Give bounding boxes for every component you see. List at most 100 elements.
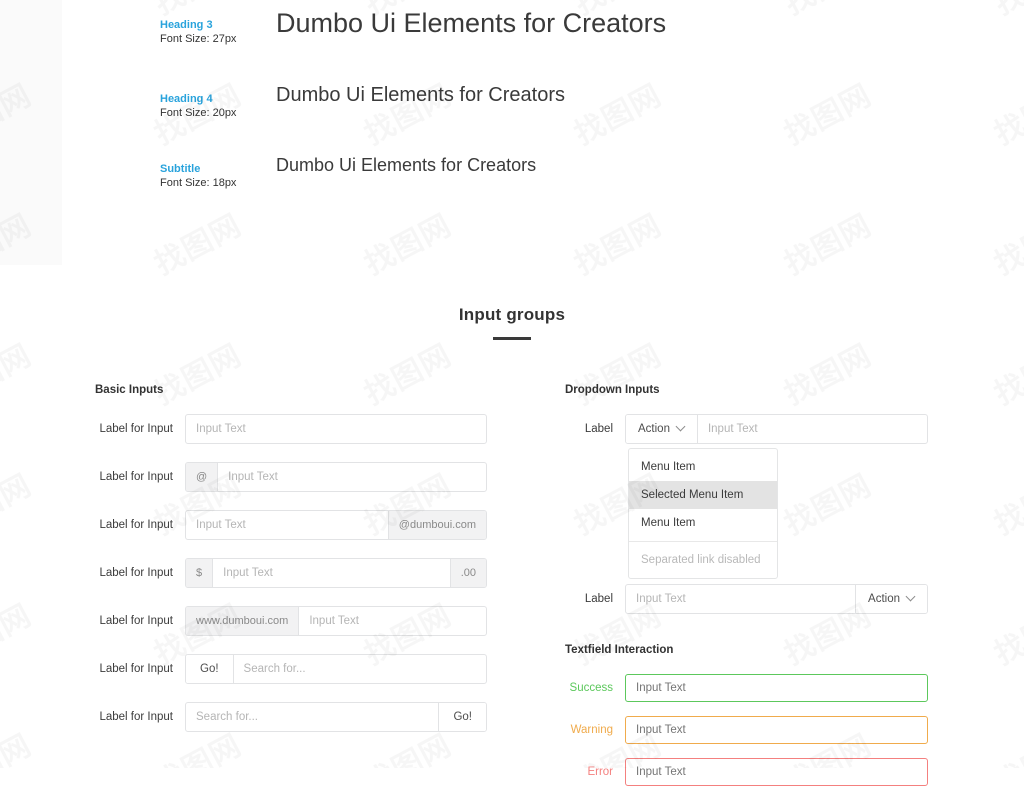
status-text-input[interactable] — [625, 716, 928, 744]
text-input[interactable] — [233, 655, 486, 683]
input-row-label: Label for Input — [99, 711, 173, 723]
input-button-right[interactable]: Go! — [438, 703, 486, 731]
dropdown-menu-item[interactable]: Menu Item — [629, 453, 777, 481]
typography-style-name: Heading 3 — [160, 19, 213, 31]
input-group[interactable]: www.dumboui.com — [185, 606, 487, 636]
dropdown-inputs-title: Dropdown Inputs — [565, 384, 660, 396]
input-row-label: Label for Input — [99, 519, 173, 531]
chevron-down-icon — [907, 593, 915, 601]
text-input[interactable] — [213, 559, 450, 587]
chevron-down-icon — [677, 423, 685, 431]
typography-sample-text: Dumbo Ui Elements for Creators — [276, 84, 565, 107]
watermark-text: 找图网 — [985, 0, 1024, 23]
input-group[interactable]: @dumboui.com — [185, 510, 487, 540]
basic-input-row: Label for Input www.dumboui.com — [95, 606, 487, 636]
dropdown-row-suffix: Label Action — [565, 584, 928, 614]
input-row-label: Label for Input — [99, 663, 173, 675]
text-input[interactable] — [299, 607, 486, 635]
left-side-panel — [0, 0, 62, 265]
input-group[interactable]: @ — [185, 462, 487, 492]
typography-meta: Subtitle Font Size: 18px — [160, 162, 270, 190]
text-input[interactable] — [218, 463, 486, 491]
input-addon-left: $ — [186, 559, 214, 587]
input-addon-left: www.dumboui.com — [186, 607, 300, 635]
dropdown-suffix-input-group[interactable]: Action — [625, 584, 928, 614]
status-field-row: Error — [565, 758, 928, 786]
watermark-text: 找图网 — [565, 71, 668, 154]
input-group[interactable] — [185, 414, 487, 444]
typography-style-name: Heading 4 — [160, 93, 213, 105]
basic-input-row: Label for Input @dumboui.com — [95, 510, 487, 540]
dropdown-menu-item[interactable]: Menu Item — [629, 509, 777, 537]
typography-font-size: Font Size: 18px — [160, 177, 237, 189]
input-addon-right: .00 — [449, 559, 486, 587]
status-label: Warning — [570, 724, 613, 736]
text-input[interactable] — [186, 511, 388, 539]
action-dropdown-right-label: Action — [868, 593, 900, 605]
input-row-label: Label for Input — [99, 423, 173, 435]
dropdown-prefix-text-input[interactable] — [697, 415, 927, 443]
basic-input-row: Label for Input $ .00 — [95, 558, 487, 588]
dropdown-row-suffix-label: Label — [584, 593, 613, 605]
watermark-text: 找图网 — [0, 721, 38, 768]
input-addon-left: @ — [186, 463, 219, 491]
basic-input-row: Label for Input — [95, 414, 487, 444]
input-row-label: Label for Input — [99, 471, 173, 483]
watermark-text: 找图网 — [985, 461, 1024, 544]
dropdown-menu-item[interactable]: Selected Menu Item — [629, 481, 777, 509]
watermark-text: 找图网 — [775, 0, 878, 23]
typography-font-size: Font Size: 27px — [160, 33, 237, 45]
input-button-left[interactable]: Go! — [186, 655, 234, 683]
dropdown-row-prefix-label: Label — [584, 423, 613, 435]
status-label: Success — [569, 682, 613, 694]
page-title: Input groups — [458, 305, 566, 324]
watermark-text: 找图网 — [985, 721, 1024, 768]
basic-input-row: Label for Input Go! — [95, 654, 487, 684]
watermark-text: 找图网 — [985, 71, 1024, 154]
input-addon-right: @dumboui.com — [387, 511, 486, 539]
basic-input-row: Label for Input Go! — [95, 702, 487, 732]
watermark-text: 找图网 — [0, 331, 38, 414]
basic-inputs-column: Basic Inputs Label for InputLabel for In… — [95, 384, 487, 750]
input-group[interactable]: $ .00 — [185, 558, 487, 588]
typography-meta: Heading 4 Font Size: 20px — [160, 92, 270, 120]
basic-input-row: Label for Input @ — [95, 462, 487, 492]
input-group[interactable]: Go! — [185, 654, 487, 684]
dropdown-suffix-text-input[interactable] — [626, 585, 856, 613]
typography-meta: Heading 3 Font Size: 27px — [160, 18, 270, 46]
action-dropdown-button-right[interactable]: Action — [855, 585, 927, 613]
status-text-input[interactable] — [625, 674, 928, 702]
watermark-text: 找图网 — [145, 201, 248, 284]
dropdown-prefix-input-group[interactable]: Action — [625, 414, 928, 444]
watermark-text: 找图网 — [355, 71, 458, 154]
status-field-row: Warning — [565, 716, 928, 744]
watermark-text: 找图网 — [355, 201, 458, 284]
watermark-text: 找图网 — [0, 461, 38, 544]
status-text-input[interactable] — [625, 758, 928, 786]
action-dropdown-menu[interactable]: Menu Item Selected Menu Item Menu Item Sepa… — [628, 448, 778, 579]
watermark-text: 找图网 — [775, 71, 878, 154]
action-dropdown-label: Action — [638, 423, 670, 435]
watermark-text: 找图网 — [0, 591, 38, 674]
dropdown-row-prefix: Label Action Menu ItemSelected Menu Item… — [565, 414, 928, 579]
text-input[interactable] — [186, 415, 486, 443]
input-row-label: Label for Input — [99, 615, 173, 627]
watermark-text: 找图网 — [775, 201, 878, 284]
dropdown-inputs-column: Dropdown Inputs Label Action Menu ItemSe… — [565, 384, 928, 800]
watermark-text: 找图网 — [985, 591, 1024, 674]
typography-style-name: Subtitle — [160, 163, 201, 175]
input-group[interactable]: Go! — [185, 702, 487, 732]
watermark-text: 找图网 — [985, 201, 1024, 284]
textfield-interaction-title: Textfield Interaction — [565, 644, 674, 656]
typography-sample-text: Dumbo Ui Elements for Creators — [276, 7, 667, 38]
basic-inputs-title: Basic Inputs — [95, 384, 164, 396]
watermark-text: 找图网 — [565, 201, 668, 284]
typography-font-size: Font Size: 20px — [160, 107, 237, 119]
watermark-text: 找图网 — [985, 331, 1024, 414]
input-groups-section-header: Input groups — [0, 305, 1024, 340]
action-dropdown-button[interactable]: Action — [626, 415, 698, 443]
dropdown-menu-item: Separated link disabled — [641, 554, 761, 566]
text-input[interactable] — [186, 703, 439, 731]
status-field-row: Success — [565, 674, 928, 702]
input-row-label: Label for Input — [99, 567, 173, 579]
